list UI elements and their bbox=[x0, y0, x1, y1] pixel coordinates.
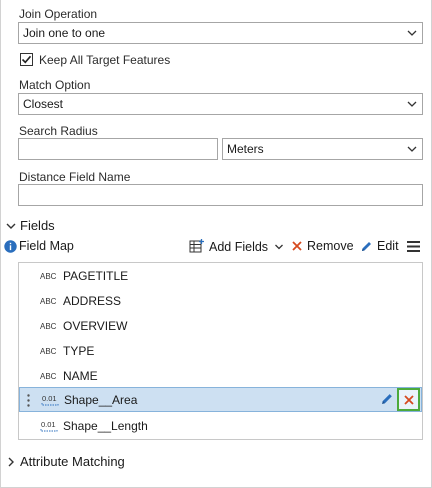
join-operation-select[interactable]: Join one to one bbox=[18, 22, 423, 44]
edit-button[interactable]: Edit bbox=[360, 239, 399, 253]
field-name: Shape__Length bbox=[63, 418, 148, 433]
close-icon bbox=[292, 241, 302, 251]
fields-section-header[interactable]: Fields bbox=[5, 218, 55, 233]
keep-all-checkbox[interactable] bbox=[20, 53, 33, 66]
pencil-icon[interactable] bbox=[380, 392, 394, 406]
add-fields-button[interactable]: Add Fields bbox=[189, 239, 288, 254]
edit-label: Edit bbox=[377, 239, 399, 253]
field-name: NAME bbox=[63, 368, 98, 383]
search-radius-input[interactable] bbox=[18, 138, 218, 160]
field-name: OVERVIEW bbox=[63, 318, 128, 333]
numeric-field-type-icon: 0.01 bbox=[39, 420, 61, 432]
svg-text:ABC: ABC bbox=[40, 297, 57, 306]
field-map-list: ABC PAGETITLE ABC ADDRESS ABC OVERVIEW A… bbox=[18, 262, 423, 440]
svg-text:ABC: ABC bbox=[40, 347, 57, 356]
search-radius-unit-value: Meters bbox=[227, 142, 264, 156]
field-row[interactable]: ABC OVERVIEW bbox=[19, 313, 422, 338]
chevron-down-icon bbox=[407, 30, 417, 36]
text-field-type-icon: ABC bbox=[39, 371, 61, 381]
svg-text:ABC: ABC bbox=[40, 272, 57, 281]
search-radius-label: Search Radius bbox=[19, 124, 98, 138]
text-field-type-icon: ABC bbox=[39, 346, 61, 356]
svg-text:0.01: 0.01 bbox=[41, 420, 56, 429]
menu-button[interactable] bbox=[407, 240, 424, 253]
field-map-label: Field Map bbox=[19, 239, 74, 253]
pencil-icon bbox=[362, 241, 371, 251]
field-row[interactable]: ABC TYPE bbox=[19, 338, 422, 363]
text-field-type-icon: ABC bbox=[39, 271, 61, 281]
field-name: TYPE bbox=[63, 343, 95, 358]
chevron-down-icon bbox=[275, 244, 284, 249]
field-row[interactable]: ABC ADDRESS bbox=[19, 288, 422, 313]
remove-label: Remove bbox=[307, 239, 354, 253]
chevron-down-icon bbox=[6, 223, 16, 229]
chevron-down-icon bbox=[407, 146, 417, 152]
attribute-matching-title: Attribute Matching bbox=[20, 454, 125, 469]
chevron-right-icon bbox=[8, 457, 14, 466]
distance-field-input[interactable] bbox=[18, 184, 423, 206]
field-name: PAGETITLE bbox=[63, 268, 129, 283]
attribute-matching-header[interactable]: Attribute Matching bbox=[5, 454, 125, 469]
info-icon bbox=[4, 239, 17, 253]
field-name: ADDRESS bbox=[63, 293, 122, 308]
add-fields-label: Add Fields bbox=[209, 239, 269, 254]
keep-all-label[interactable]: Keep All Target Features bbox=[39, 53, 170, 67]
remove-button[interactable]: Remove bbox=[291, 239, 354, 253]
geoprocessing-pane: Join Operation Join one to one Keep All … bbox=[0, 0, 432, 488]
match-option-label: Match Option bbox=[19, 78, 91, 92]
hamburger-menu-icon bbox=[407, 241, 420, 252]
close-icon bbox=[403, 394, 414, 405]
fields-section-title: Fields bbox=[20, 218, 55, 233]
distance-field-label: Distance Field Name bbox=[19, 170, 131, 184]
field-row[interactable]: ABC PAGETITLE bbox=[19, 263, 422, 288]
text-field-type-icon: ABC bbox=[39, 321, 61, 331]
join-operation-value: Join one to one bbox=[23, 26, 106, 40]
svg-text:ABC: ABC bbox=[40, 372, 57, 381]
join-operation-label: Join Operation bbox=[19, 7, 98, 21]
field-map-label-group: Field Map bbox=[4, 239, 74, 253]
match-option-select[interactable]: Closest bbox=[18, 93, 423, 115]
match-option-value: Closest bbox=[23, 97, 64, 111]
numeric-field-type-icon: 0.01 bbox=[40, 394, 62, 406]
field-row[interactable]: ABC NAME bbox=[19, 363, 422, 388]
checkmark-icon bbox=[21, 55, 32, 64]
delete-field-button[interactable] bbox=[397, 388, 420, 411]
text-field-type-icon: ABC bbox=[39, 296, 61, 306]
drag-handle-icon[interactable] bbox=[27, 394, 30, 407]
chevron-down-icon bbox=[407, 101, 417, 107]
add-fields-icon bbox=[189, 239, 204, 253]
field-row[interactable]: 0.01 Shape__Length bbox=[19, 413, 422, 438]
svg-text:ABC: ABC bbox=[40, 322, 57, 331]
field-name: Shape__Area bbox=[64, 392, 138, 407]
search-radius-unit-select[interactable]: Meters bbox=[222, 138, 423, 160]
field-row-selected[interactable]: 0.01 Shape__Area bbox=[19, 387, 422, 412]
svg-text:0.01: 0.01 bbox=[42, 394, 57, 403]
